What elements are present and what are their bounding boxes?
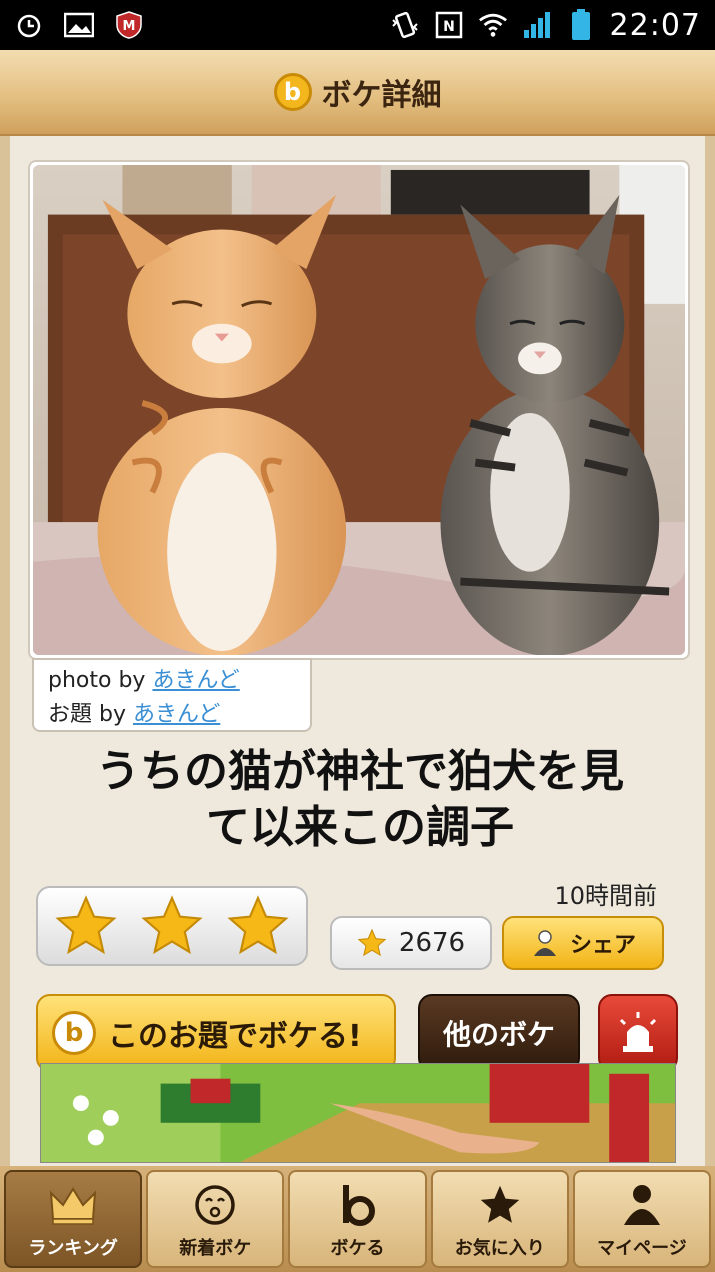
tab-my-page[interactable]: マイページ	[572, 1170, 712, 1268]
boke-photo[interactable]	[28, 160, 690, 660]
theme-credit-user-link[interactable]: あきんど	[133, 702, 220, 727]
vibrate-icon	[390, 10, 420, 40]
tab-label: 新着ボケ	[179, 1238, 252, 1259]
boke-caption: うちの猫が神社で狛犬を見 て以来この調子	[30, 744, 690, 856]
wifi-icon	[478, 10, 508, 40]
star-icon	[141, 895, 203, 955]
theme-credit: お題 by あきんど	[48, 698, 296, 732]
boke-this-theme-button[interactable]: b このお題でボケる!	[36, 994, 396, 1072]
star-rating-button[interactable]	[36, 886, 308, 966]
report-siren-button[interactable]	[598, 994, 678, 1072]
clock: 22:07	[609, 7, 701, 43]
tab-favorites[interactable]: お気に入り	[430, 1170, 569, 1268]
face-icon	[190, 1180, 240, 1230]
crown-icon	[48, 1180, 98, 1230]
star-count: 2676	[398, 928, 466, 958]
photo-credit: photo by あきんど	[48, 664, 296, 698]
tab-label: お気に入り	[454, 1238, 545, 1259]
share-button[interactable]: シェア	[502, 916, 664, 970]
star-icon	[475, 1180, 525, 1230]
boke-button-label: このお題でボケる!	[108, 1019, 362, 1054]
content-area: photo by あきんど お題 by あきんど うちの猫が神社で狛犬を見 て以…	[10, 136, 705, 1166]
page-title: ボケ詳細	[321, 78, 442, 113]
caption-line-2: て以来この調子	[206, 802, 514, 853]
person-icon	[617, 1180, 667, 1230]
alarm-icon	[14, 10, 44, 40]
b-logo-icon	[333, 1180, 383, 1230]
star-icon	[55, 895, 117, 955]
svg-text:N: N	[443, 19, 455, 35]
gallery-icon	[64, 10, 94, 40]
credits-box: photo by あきんど お題 by あきんど	[32, 658, 312, 732]
other-boke-button[interactable]: 他のボケ	[418, 994, 580, 1072]
share-label: シェア	[569, 933, 636, 958]
tab-ranking[interactable]: ランキング	[4, 1170, 143, 1268]
tab-label: マイページ	[597, 1238, 687, 1259]
photo-credit-prefix: photo by	[48, 668, 153, 693]
caption-line-1: うちの猫が神社で狛犬を見	[96, 746, 624, 797]
bokete-logo-icon: b	[273, 73, 312, 111]
ad-banner[interactable]	[40, 1063, 676, 1163]
tab-new-boke[interactable]: 新着ボケ	[146, 1170, 285, 1268]
other-boke-label: 他のボケ	[442, 1018, 555, 1051]
signal-icon	[522, 10, 552, 40]
timestamp: 10時間前	[554, 882, 657, 910]
battery-icon	[566, 9, 596, 40]
bottom-tab-bar: ランキング 新着ボケ ボケる お気に入り マイページ	[0, 1166, 715, 1272]
star-count-badge: 2676	[330, 916, 492, 970]
photo-credit-user-link[interactable]: あきんど	[152, 668, 239, 693]
mcafee-icon: M	[114, 10, 144, 40]
star-icon	[227, 895, 289, 955]
cats-photo	[33, 165, 685, 655]
status-bar: M N 22:07	[0, 0, 715, 50]
page-header: b ボケ詳細	[0, 50, 715, 136]
farm-game-ad-image	[41, 1064, 675, 1162]
share-person-icon	[533, 930, 556, 956]
siren-icon	[619, 1012, 657, 1052]
svg-text:M: M	[123, 19, 136, 34]
tab-label: ランキング	[28, 1238, 118, 1259]
bokete-logo-icon: b	[52, 1011, 96, 1055]
star-icon	[357, 928, 387, 957]
tab-label: ボケる	[330, 1238, 385, 1259]
theme-credit-prefix: お題 by	[48, 702, 133, 727]
tab-boke[interactable]: ボケる	[288, 1170, 427, 1268]
nfc-icon: N	[434, 10, 464, 40]
